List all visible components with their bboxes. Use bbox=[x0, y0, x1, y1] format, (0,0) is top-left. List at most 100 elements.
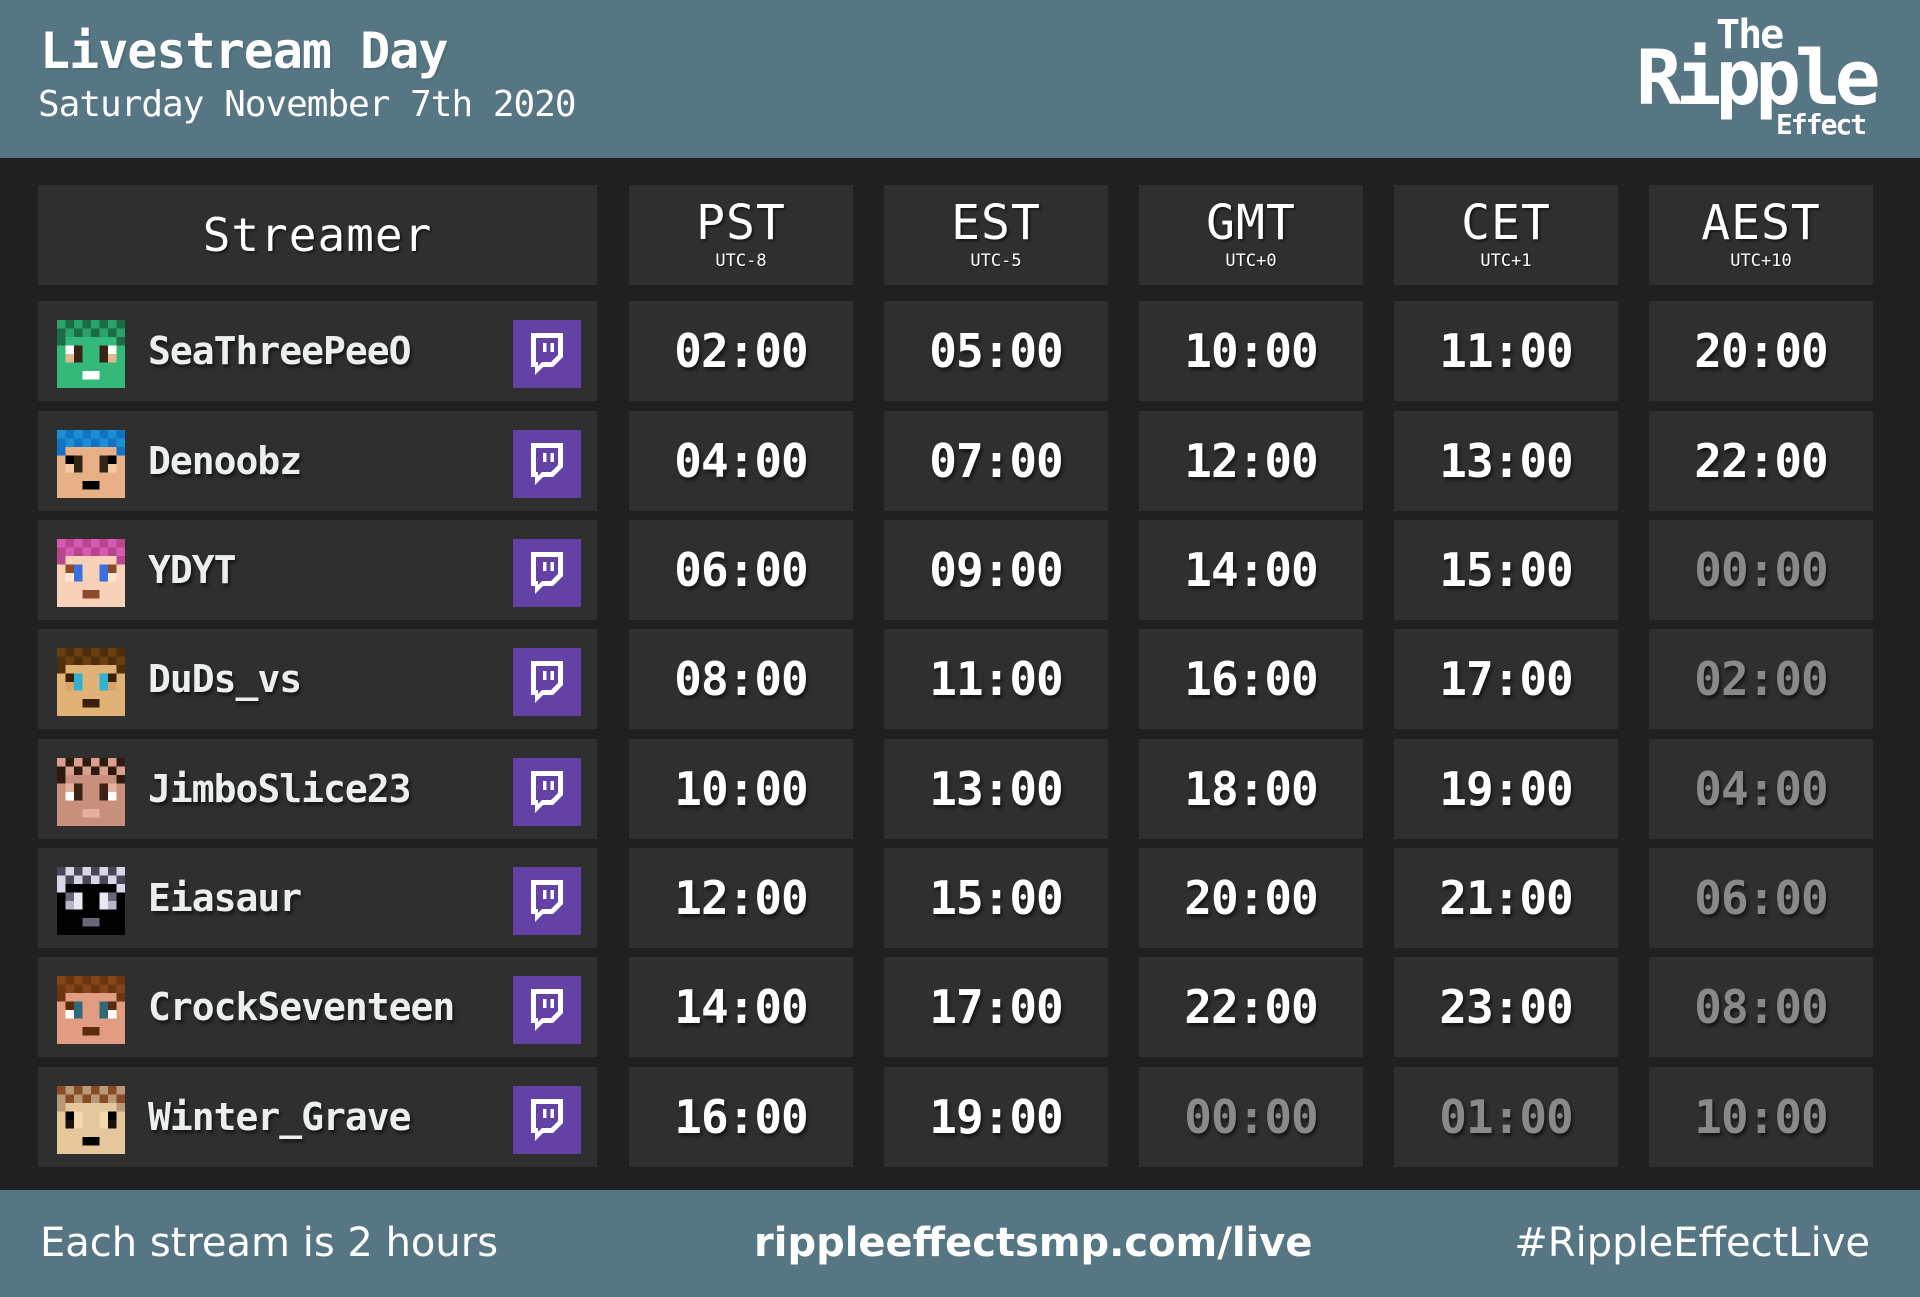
twitch-link-button[interactable] bbox=[513, 320, 581, 388]
stream-time: 16:00 bbox=[1184, 652, 1318, 706]
timezone-label: GMT bbox=[1206, 195, 1296, 251]
time-cell-cet: 19:00 bbox=[1394, 739, 1618, 839]
twitch-icon bbox=[527, 331, 567, 377]
twitch-icon bbox=[527, 550, 567, 596]
stream-time: 10:00 bbox=[1184, 324, 1318, 378]
time-cell-gmt: 20:00 bbox=[1139, 848, 1363, 948]
stream-time: 14:00 bbox=[674, 980, 808, 1034]
stream-time: 00:00 bbox=[1184, 1090, 1318, 1144]
stream-time: 17:00 bbox=[929, 980, 1063, 1034]
stream-time: 21:00 bbox=[1439, 871, 1573, 925]
stream-time: 22:00 bbox=[1184, 980, 1318, 1034]
streamer-cell: CrockSeventeen bbox=[38, 957, 597, 1057]
timezone-label: EST bbox=[951, 195, 1041, 251]
stream-time: 05:00 bbox=[929, 324, 1063, 378]
stream-time: 12:00 bbox=[674, 871, 808, 925]
stream-time: 02:00 bbox=[674, 324, 808, 378]
twitch-link-button[interactable] bbox=[513, 430, 581, 498]
stream-time: 06:00 bbox=[1694, 871, 1828, 925]
twitch-link-button[interactable] bbox=[513, 758, 581, 826]
time-cell-pst: 12:00 bbox=[629, 848, 853, 948]
column-header-est: EST UTC-5 bbox=[884, 185, 1108, 285]
time-cell-est: 07:00 bbox=[884, 411, 1108, 511]
page-title: Livestream Day bbox=[40, 22, 448, 80]
stream-time: 15:00 bbox=[1439, 543, 1573, 597]
stream-time: 02:00 bbox=[1694, 652, 1828, 706]
live-url-link[interactable]: rippleeffectsmp.com/live bbox=[754, 1220, 1312, 1266]
time-cell-aest: 04:00 bbox=[1649, 739, 1873, 839]
time-cell-cet: 23:00 bbox=[1394, 957, 1618, 1057]
stream-time: 17:00 bbox=[1439, 652, 1573, 706]
avatar-bearded-face bbox=[57, 976, 125, 1044]
time-cell-pst: 16:00 bbox=[629, 1067, 853, 1167]
stream-time: 08:00 bbox=[1694, 980, 1828, 1034]
timezone-label: AEST bbox=[1701, 195, 1821, 251]
time-cell-aest: 00:00 bbox=[1649, 520, 1873, 620]
time-cell-aest: 20:00 bbox=[1649, 301, 1873, 401]
streamer-name: Winter_Grave bbox=[148, 1095, 412, 1139]
streamer-cell: Denoobz bbox=[38, 411, 597, 511]
timezone-offset: UTC+0 bbox=[1225, 251, 1277, 271]
stream-time: 20:00 bbox=[1694, 324, 1828, 378]
streamer-cell: Eiasaur bbox=[38, 848, 597, 948]
stream-time: 04:00 bbox=[1694, 762, 1828, 816]
time-cell-gmt: 22:00 bbox=[1139, 957, 1363, 1057]
twitch-icon bbox=[527, 769, 567, 815]
time-cell-pst: 08:00 bbox=[629, 629, 853, 729]
twitch-icon bbox=[527, 659, 567, 705]
time-cell-aest: 08:00 bbox=[1649, 957, 1873, 1057]
avatar-brown-hair bbox=[57, 648, 125, 716]
twitch-icon bbox=[527, 987, 567, 1033]
twitch-link-button[interactable] bbox=[513, 1086, 581, 1154]
column-header-gmt: GMT UTC+0 bbox=[1139, 185, 1363, 285]
time-cell-gmt: 10:00 bbox=[1139, 301, 1363, 401]
twitch-link-button[interactable] bbox=[513, 539, 581, 607]
time-cell-gmt: 14:00 bbox=[1139, 520, 1363, 620]
avatar-headband-face bbox=[57, 1086, 125, 1154]
time-cell-pst: 10:00 bbox=[629, 739, 853, 839]
twitch-link-button[interactable] bbox=[513, 648, 581, 716]
stream-time: 19:00 bbox=[1439, 762, 1573, 816]
stream-time: 23:00 bbox=[1439, 980, 1573, 1034]
timezone-offset: UTC+10 bbox=[1730, 251, 1792, 271]
time-cell-gmt: 00:00 bbox=[1139, 1067, 1363, 1167]
stream-time: 09:00 bbox=[929, 543, 1063, 597]
timezone-offset: UTC+1 bbox=[1480, 251, 1532, 271]
avatar-smiling-face bbox=[57, 758, 125, 826]
stream-time: 10:00 bbox=[674, 762, 808, 816]
streamer-cell: SeaThreePeeO bbox=[38, 301, 597, 401]
time-cell-pst: 14:00 bbox=[629, 957, 853, 1057]
stream-time: 18:00 bbox=[1184, 762, 1318, 816]
stream-time: 13:00 bbox=[1439, 434, 1573, 488]
twitch-icon bbox=[527, 1097, 567, 1143]
streamer-name: CrockSeventeen bbox=[148, 985, 455, 1029]
stream-time: 16:00 bbox=[674, 1090, 808, 1144]
avatar-astronaut-helmet bbox=[57, 867, 125, 935]
streamer-name: JimboSlice23 bbox=[148, 767, 412, 811]
avatar-green-hair bbox=[57, 320, 125, 388]
time-cell-est: 05:00 bbox=[884, 301, 1108, 401]
timezone-offset: UTC-5 bbox=[970, 251, 1022, 271]
streamer-name: DuDs_vs bbox=[148, 657, 302, 701]
ripple-effect-logo: The Ripple Effect bbox=[1636, 12, 1881, 141]
stream-time: 01:00 bbox=[1439, 1090, 1573, 1144]
streamer-name: YDYT bbox=[148, 548, 237, 592]
column-header-streamer: Streamer bbox=[38, 185, 597, 285]
column-header-aest: AEST UTC+10 bbox=[1649, 185, 1873, 285]
streamer-cell: JimboSlice23 bbox=[38, 739, 597, 839]
stream-time: 11:00 bbox=[929, 652, 1063, 706]
twitch-icon bbox=[527, 441, 567, 487]
column-header-label: Streamer bbox=[202, 208, 433, 262]
twitch-link-button[interactable] bbox=[513, 867, 581, 935]
stream-time: 22:00 bbox=[1694, 434, 1828, 488]
time-cell-cet: 17:00 bbox=[1394, 629, 1618, 729]
stream-time: 12:00 bbox=[1184, 434, 1318, 488]
time-cell-pst: 04:00 bbox=[629, 411, 853, 511]
stream-time: 13:00 bbox=[929, 762, 1063, 816]
time-cell-aest: 10:00 bbox=[1649, 1067, 1873, 1167]
logo-line-ripple: Ripple bbox=[1636, 33, 1881, 122]
twitch-link-button[interactable] bbox=[513, 976, 581, 1044]
time-cell-gmt: 18:00 bbox=[1139, 739, 1363, 839]
streamer-name: Denoobz bbox=[148, 439, 302, 483]
time-cell-aest: 22:00 bbox=[1649, 411, 1873, 511]
